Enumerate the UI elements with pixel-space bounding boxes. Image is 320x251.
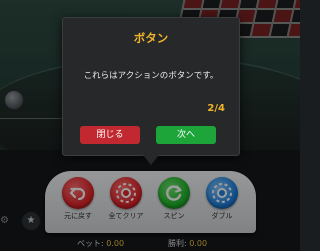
next-button[interactable]: 次へ	[156, 126, 216, 144]
tutorial-dialog: ボタン これらはアクションのボタンです。 2/4 閉じる 次へ	[62, 17, 240, 165]
dialog-message: これらはアクションのボタンです。	[83, 71, 219, 81]
close-button[interactable]: 閉じる	[80, 126, 140, 144]
dialog-pointer-arrow	[143, 155, 159, 165]
dialog-title: ボタン	[133, 31, 169, 45]
step-counter: 2/4	[207, 103, 225, 114]
